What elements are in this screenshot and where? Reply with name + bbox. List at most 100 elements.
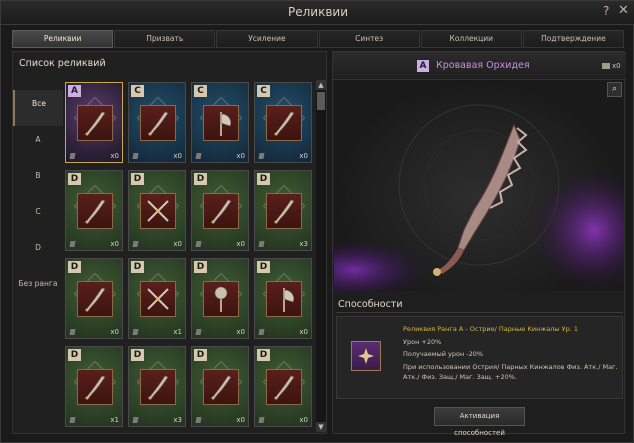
gem-icon xyxy=(69,417,76,423)
gem-icon xyxy=(195,153,202,159)
spear-icon xyxy=(266,369,302,405)
ability-bonus-line: При использовании Острия/ Парных Кинжало… xyxy=(403,363,618,371)
relic-card[interactable]: Dx0 xyxy=(191,170,249,251)
help-icon[interactable]: ? xyxy=(603,4,609,18)
book-icon xyxy=(602,63,610,69)
relic-card[interactable]: Ax0 xyxy=(65,82,123,163)
rank-badge: D xyxy=(131,261,144,273)
relic-list-panel: Список реликвий Все A B C D Без ранга Ax… xyxy=(12,51,327,434)
ability-damage-line: Урон +20% xyxy=(403,338,442,346)
relic-count: x0 xyxy=(236,416,245,424)
ability-rank-line: Реликвия Ранга A - Острие/ Парные Кинжал… xyxy=(403,325,578,333)
ability-damage-taken-line: Получаемый урон -20% xyxy=(403,350,484,358)
relic-card[interactable]: Dx0 xyxy=(254,346,312,427)
window-title: Реликвии xyxy=(287,5,348,19)
gem-icon xyxy=(132,417,139,423)
tab-relics[interactable]: Реликвии xyxy=(12,30,114,48)
relic-card[interactable]: Dx3 xyxy=(254,170,312,251)
tab-summon[interactable]: Призвать xyxy=(114,30,216,48)
gem-icon xyxy=(195,417,202,423)
dagger-icon xyxy=(77,193,113,229)
rank-badge: D xyxy=(257,261,270,273)
relic-card[interactable]: Dx1 xyxy=(65,346,123,427)
claw-icon xyxy=(203,369,239,405)
relic-count: x3 xyxy=(173,416,182,424)
curved-dagger-icon xyxy=(77,105,113,141)
rank-filter-unranked[interactable]: Без ранга xyxy=(13,270,63,306)
rank-filter-b[interactable]: B xyxy=(13,162,63,198)
relic-count: x0 xyxy=(236,240,245,248)
relic-count: x0 xyxy=(236,328,245,336)
battle-axe-icon xyxy=(266,281,302,317)
relic-count: x1 xyxy=(110,416,119,424)
tab-enhance[interactable]: Усиление xyxy=(216,30,318,48)
rank-badge: D xyxy=(131,349,144,361)
short-sword-icon xyxy=(266,193,302,229)
twin-blades-icon xyxy=(140,193,176,229)
zoom-icon[interactable]: ⌕ xyxy=(607,82,622,97)
relic-card[interactable]: Dx0 xyxy=(191,346,249,427)
divider xyxy=(336,312,623,313)
rank-filter-all[interactable]: Все xyxy=(13,90,63,126)
rank-filter-c[interactable]: C xyxy=(13,198,63,234)
gem-icon xyxy=(132,329,139,335)
axe-icon xyxy=(203,105,239,141)
gem-icon xyxy=(132,153,139,159)
rank-filter-d[interactable]: D xyxy=(13,234,63,270)
tab-confirmation[interactable]: Подтверждение xyxy=(522,30,625,48)
relic-detail-panel: A Кровавая Орхидея x0 ⌕ Способности Рели… xyxy=(332,51,626,437)
relic-card[interactable]: Cx0 xyxy=(191,82,249,163)
relic-3d-viewer[interactable] xyxy=(334,80,624,291)
bow-icon xyxy=(140,369,176,405)
rank-badge: C xyxy=(131,85,144,97)
relic-card[interactable]: Dx0 xyxy=(65,170,123,251)
gem-icon xyxy=(69,241,76,247)
relic-card[interactable]: Dx0 xyxy=(65,258,123,339)
ability-bonus-line-2: Атк./ Физ. Защ./ Маг. Защ. +20%. xyxy=(403,373,517,381)
relic-card[interactable]: Dx0 xyxy=(128,170,186,251)
golden-blade-icon xyxy=(266,105,302,141)
relic-count: x0 xyxy=(299,152,308,160)
relic-card[interactable]: Dx3 xyxy=(128,346,186,427)
rank-badge: D xyxy=(194,261,207,273)
tab-synthesis[interactable]: Синтез xyxy=(318,30,420,48)
scroll-down-icon[interactable]: ▼ xyxy=(316,422,326,432)
relics-window: Реликвии ? ✕ Реликвии Призвать Усиление … xyxy=(0,0,634,443)
gem-icon xyxy=(258,153,265,159)
rank-filter: Все A B C D Без ранга xyxy=(13,90,63,306)
gem-icon xyxy=(258,417,265,423)
crossed-swords-icon xyxy=(140,281,176,317)
relic-card[interactable]: Dx0 xyxy=(191,258,249,339)
relic-count: x0 xyxy=(173,240,182,248)
gem-icon xyxy=(258,241,265,247)
rank-badge: D xyxy=(194,173,207,185)
horn-icon xyxy=(77,369,113,405)
relic-blade-icon xyxy=(433,123,528,276)
golden-scythe-icon xyxy=(140,105,176,141)
tab-collections[interactable]: Коллекции xyxy=(420,30,522,48)
gem-icon xyxy=(69,153,76,159)
gem-icon xyxy=(258,329,265,335)
relic-card[interactable]: Dx0 xyxy=(254,258,312,339)
rank-badge: D xyxy=(68,173,81,185)
green-sword-icon xyxy=(203,193,239,229)
ability-icon xyxy=(351,341,381,371)
scroll-up-icon[interactable]: ▲ xyxy=(316,80,326,90)
mace-icon xyxy=(203,281,239,317)
rank-filter-a[interactable]: A xyxy=(13,126,63,162)
rank-badge: C xyxy=(257,85,270,97)
relic-card[interactable]: Cx0 xyxy=(254,82,312,163)
list-scrollbar[interactable]: ▲ ▼ xyxy=(316,80,326,432)
relic-count: x3 xyxy=(299,240,308,248)
detail-header: A Кровавая Орхидея x0 xyxy=(333,52,626,80)
rank-badge: C xyxy=(194,85,207,97)
activate-abilities-button[interactable]: Активация способностей xyxy=(434,407,525,437)
scroll-thumb[interactable] xyxy=(317,92,325,110)
relic-count: x1 xyxy=(173,328,182,336)
rank-badge: D xyxy=(257,349,270,361)
relic-count: x0 xyxy=(299,328,308,336)
title-bar[interactable]: Реликвии ? ✕ xyxy=(1,1,634,25)
relic-card[interactable]: Cx0 xyxy=(128,82,186,163)
close-icon[interactable]: ✕ xyxy=(618,3,629,18)
relic-card[interactable]: Dx1 xyxy=(128,258,186,339)
